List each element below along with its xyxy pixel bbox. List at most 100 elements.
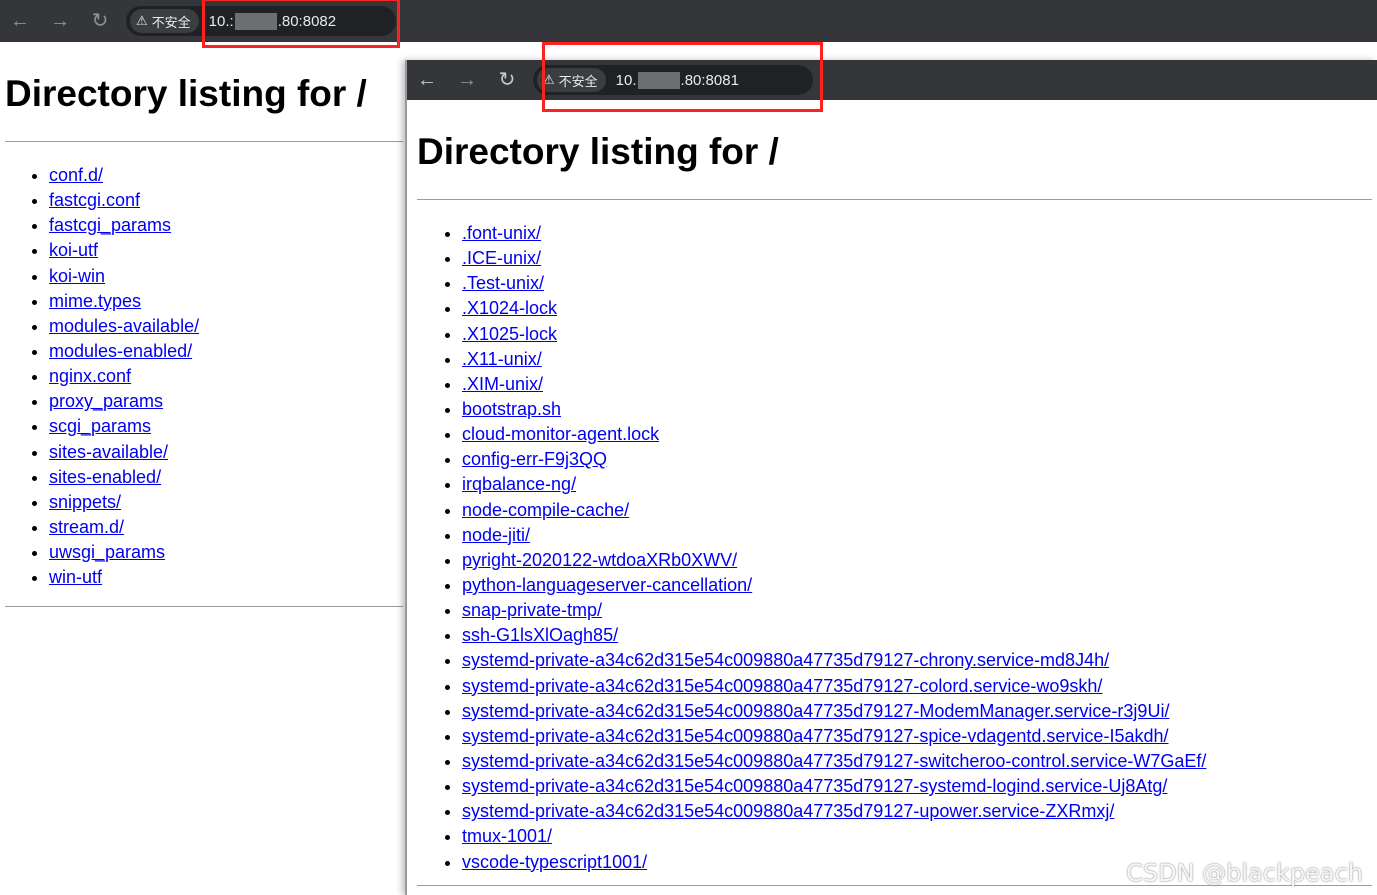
directory-entry-link[interactable]: systemd-private-a34c62d315e54c009880a477… (462, 751, 1206, 771)
browser-toolbar: ← → ↻ ⚠ 不安全 10. .80:8081 (407, 60, 1377, 100)
warning-triangle-icon: ⚠ (136, 13, 148, 28)
url-text[interactable]: 10.: .80:8082 (208, 12, 337, 30)
list-item: .XIM-unix/ (462, 372, 1377, 397)
list-item: systemd-private-a34c62d315e54c009880a477… (462, 674, 1377, 699)
list-item: irqbalance-ng/ (462, 472, 1377, 497)
forward-arrow-icon[interactable]: → (447, 64, 487, 96)
directory-entry-link[interactable]: uwsgi_params (49, 542, 165, 562)
warning-triangle-icon: ⚠ (543, 72, 555, 87)
directory-entry-link[interactable]: vscode-typescript1001/ (462, 852, 647, 872)
forward-arrow-icon[interactable]: → (40, 5, 80, 37)
directory-entry-link[interactable]: scgi_params (49, 416, 151, 436)
directory-entry-link[interactable]: modules-available/ (49, 316, 199, 336)
directory-entry-link[interactable]: python-languageserver-cancellation/ (462, 575, 752, 595)
directory-entry-link[interactable]: tmux-1001/ (462, 826, 552, 846)
reload-icon[interactable]: ↻ (80, 5, 120, 37)
list-item: cloud-monitor-agent.lock (462, 422, 1377, 447)
list-item: python-languageserver-cancellation/ (462, 573, 1377, 598)
directory-entry-link[interactable]: ssh-G1lsXlOagh85/ (462, 625, 618, 645)
url-suffix: .80:8082 (277, 12, 337, 30)
directory-entry-link[interactable]: .ICE-unix/ (462, 248, 541, 268)
list-item: systemd-private-a34c62d315e54c009880a477… (462, 799, 1377, 824)
divider (417, 199, 1372, 200)
list-item: ssh-G1lsXlOagh85/ (462, 623, 1377, 648)
url-prefix: 10. (615, 71, 637, 89)
browser-window-8081: ← → ↻ ⚠ 不安全 10. .80:8081 Directory listi… (405, 60, 1377, 895)
list-item: systemd-private-a34c62d315e54c009880a477… (462, 699, 1377, 724)
list-item: systemd-private-a34c62d315e54c009880a477… (462, 724, 1377, 749)
directory-entry-link[interactable]: .X1025-lock (462, 324, 557, 344)
list-item: tmux-1001/ (462, 824, 1377, 849)
address-bar[interactable]: ⚠ 不安全 10. .80:8081 (533, 65, 813, 95)
directory-entry-link[interactable]: bootstrap.sh (462, 399, 561, 419)
list-item: .X1025-lock (462, 322, 1377, 347)
list-item: systemd-private-a34c62d315e54c009880a477… (462, 774, 1377, 799)
security-label: 不安全 (151, 14, 191, 30)
directory-entry-link[interactable]: cloud-monitor-agent.lock (462, 424, 659, 444)
list-item: systemd-private-a34c62d315e54c009880a477… (462, 648, 1377, 673)
directory-entry-link[interactable]: sites-enabled/ (49, 467, 161, 487)
page-heading: Directory listing for / (417, 131, 779, 172)
directory-entry-link[interactable]: proxy_params (49, 391, 163, 411)
directory-entry-link[interactable]: systemd-private-a34c62d315e54c009880a477… (462, 701, 1169, 721)
divider (5, 606, 403, 608)
directory-entry-link[interactable]: win-utf (49, 567, 102, 587)
list-item: pyright-2020122-wtdoaXRb0XWV/ (462, 548, 1377, 573)
directory-entry-link[interactable]: systemd-private-a34c62d315e54c009880a477… (462, 676, 1102, 696)
directory-entry-link[interactable]: systemd-private-a34c62d315e54c009880a477… (462, 776, 1167, 796)
reload-icon[interactable]: ↻ (487, 64, 527, 96)
directory-entry-link[interactable]: modules-enabled/ (49, 341, 192, 361)
directory-entry-link[interactable]: systemd-private-a34c62d315e54c009880a477… (462, 650, 1109, 670)
list-item: snap-private-tmp/ (462, 598, 1377, 623)
directory-entry-link[interactable]: nginx.conf (49, 366, 131, 386)
list-item: .font-unix/ (462, 221, 1377, 246)
directory-entry-link[interactable]: snippets/ (49, 492, 121, 512)
list-item: node-compile-cache/ (462, 498, 1377, 523)
divider (5, 141, 403, 142)
browser-toolbar: ← → ↻ ⚠ 不安全 10.: .80:8082 (0, 0, 1377, 42)
security-indicator[interactable]: ⚠ 不安全 (537, 68, 606, 92)
directory-entry-link[interactable]: koi-utf (49, 240, 98, 260)
list-item: bootstrap.sh (462, 397, 1377, 422)
list-item: .Test-unix/ (462, 271, 1377, 296)
directory-entry-link[interactable]: irqbalance-ng/ (462, 474, 576, 494)
list-item: systemd-private-a34c62d315e54c009880a477… (462, 749, 1377, 774)
security-indicator[interactable]: ⚠ 不安全 (130, 9, 199, 33)
directory-list: .font-unix/ .ICE-unix/ .Test-unix/ .X1024-l… (462, 221, 1377, 875)
directory-entry-link[interactable]: systemd-private-a34c62d315e54c009880a477… (462, 726, 1168, 746)
directory-entry-link[interactable]: mime.types (49, 291, 141, 311)
url-suffix: .80:8081 (680, 71, 739, 89)
list-item: .X1024-lock (462, 296, 1377, 321)
directory-entry-link[interactable]: pyright-2020122-wtdoaXRb0XWV/ (462, 550, 737, 570)
back-arrow-icon[interactable]: ← (407, 64, 447, 96)
address-bar[interactable]: ⚠ 不安全 10.: .80:8082 (126, 6, 396, 36)
directory-entry-link[interactable]: snap-private-tmp/ (462, 600, 602, 620)
directory-entry-link[interactable]: conf.d/ (49, 165, 103, 185)
list-item: .X11-unix/ (462, 347, 1377, 372)
redacted-ip-block (637, 71, 680, 89)
url-prefix: 10.: (208, 12, 234, 30)
page-content: Directory listing for / .font-unix/ .ICE-… (407, 100, 1377, 886)
directory-entry-link[interactable]: .X1024-lock (462, 298, 557, 318)
directory-entry-link[interactable]: fastcgi.conf (49, 190, 140, 210)
watermark-text: CSDN @blackpeach (1126, 859, 1363, 887)
directory-entry-link[interactable]: koi-win (49, 266, 105, 286)
list-item: .ICE-unix/ (462, 246, 1377, 271)
directory-entry-link[interactable]: node-compile-cache/ (462, 500, 629, 520)
security-label: 不安全 (558, 73, 598, 89)
url-text[interactable]: 10. .80:8081 (615, 71, 739, 89)
back-arrow-icon[interactable]: ← (0, 5, 40, 37)
directory-entry-link[interactable]: fastcgi_params (49, 215, 171, 235)
list-item: config-err-F9j3QQ (462, 447, 1377, 472)
directory-entry-link[interactable]: sites-available/ (49, 442, 168, 462)
directory-entry-link[interactable]: .font-unix/ (462, 223, 541, 243)
directory-entry-link[interactable]: config-err-F9j3QQ (462, 449, 607, 469)
directory-entry-link[interactable]: .X11-unix/ (462, 349, 542, 369)
redacted-ip-block (234, 12, 277, 30)
directory-entry-link[interactable]: .Test-unix/ (462, 273, 544, 293)
list-item: node-jiti/ (462, 523, 1377, 548)
directory-entry-link[interactable]: systemd-private-a34c62d315e54c009880a477… (462, 801, 1114, 821)
directory-entry-link[interactable]: node-jiti/ (462, 525, 530, 545)
directory-entry-link[interactable]: stream.d/ (49, 517, 124, 537)
directory-entry-link[interactable]: .XIM-unix/ (462, 374, 543, 394)
